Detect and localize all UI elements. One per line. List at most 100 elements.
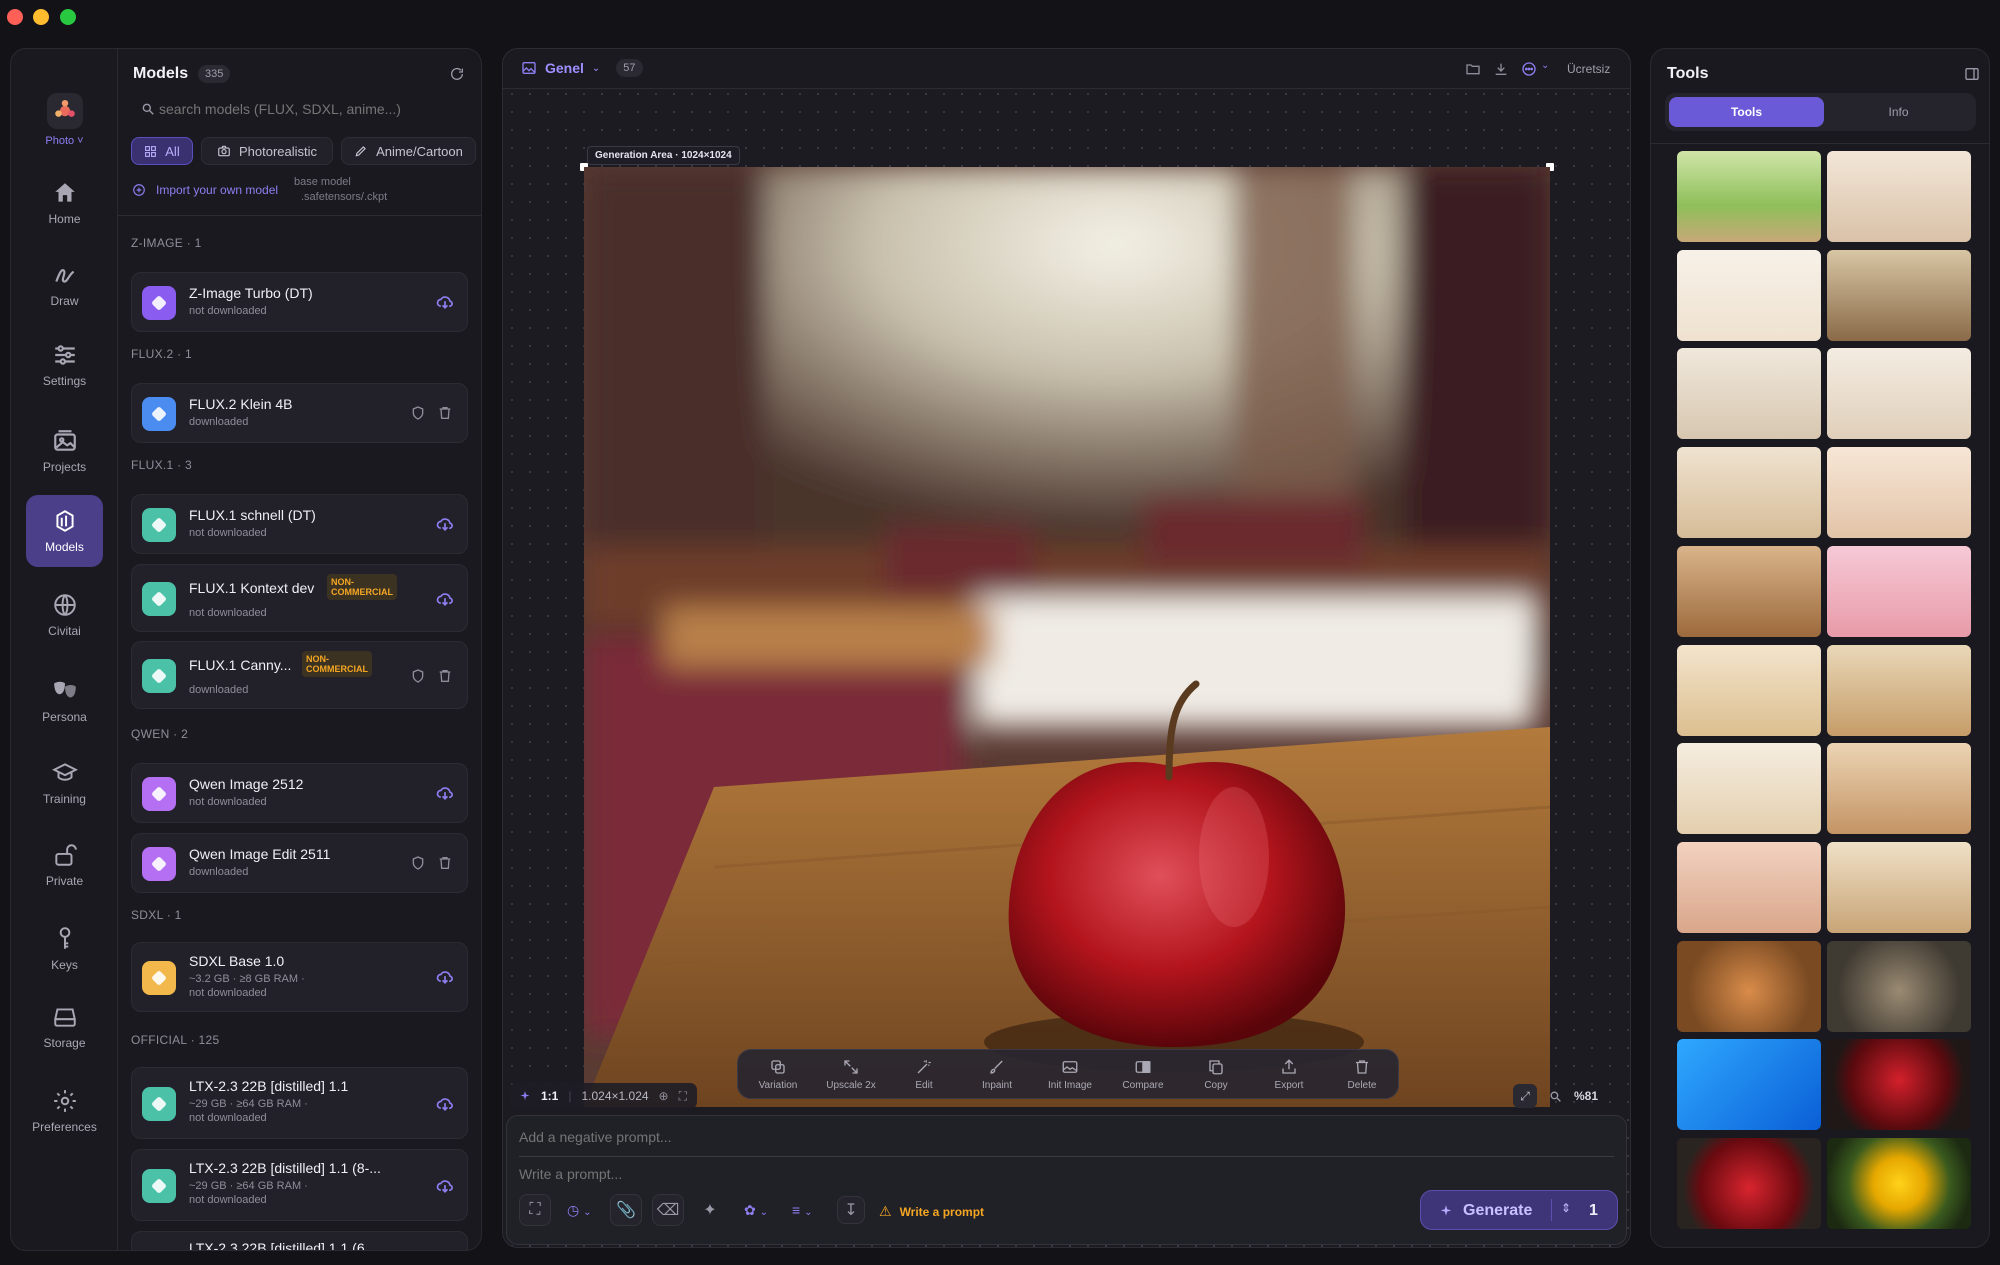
nav-projects[interactable]: Projects bbox=[26, 415, 103, 487]
download-icon[interactable] bbox=[1493, 61, 1509, 77]
history-button[interactable]: ◷ ⌄ bbox=[567, 1202, 592, 1219]
tool-delete[interactable]: Delete bbox=[1327, 1058, 1397, 1091]
template-thumbnail-red-apple[interactable] bbox=[1677, 1138, 1821, 1229]
template-thumbnail-market-stall[interactable] bbox=[1677, 644, 1821, 736]
model-card-ltx-3[interactable]: LTX-2.3 22B [distilled] 1.1 (6... bbox=[131, 1231, 468, 1250]
tool-inpaint[interactable]: Inpaint bbox=[962, 1058, 1032, 1091]
model-card-qwen-edit-2511[interactable]: Qwen Image Edit 2511 downloaded bbox=[131, 833, 468, 893]
tool-init-image[interactable]: Init Image bbox=[1035, 1058, 1105, 1091]
zoom-icon[interactable] bbox=[1549, 1090, 1562, 1103]
trash-icon[interactable] bbox=[437, 855, 453, 871]
cloud-download-icon[interactable] bbox=[435, 967, 455, 987]
cloud-download-icon[interactable] bbox=[435, 1094, 455, 1114]
save-button[interactable]: ↧ bbox=[837, 1196, 865, 1224]
refresh-icon[interactable] bbox=[449, 66, 465, 82]
search-input-wrap[interactable] bbox=[131, 93, 468, 125]
params-button[interactable]: ≡ ⌄ bbox=[792, 1202, 812, 1218]
template-thumbnail-tabby-cat[interactable] bbox=[1677, 940, 1821, 1032]
nav-civitai[interactable]: Civitai bbox=[26, 579, 103, 651]
tool-edit[interactable]: Edit bbox=[889, 1058, 959, 1091]
template-thumbnail-street-scene[interactable] bbox=[1827, 841, 1971, 933]
template-thumbnail-blue-cube[interactable] bbox=[1677, 1039, 1821, 1131]
nav-home[interactable]: Home bbox=[26, 167, 103, 239]
cloud-download-icon[interactable] bbox=[435, 1176, 455, 1196]
model-card-sdxl-base[interactable]: SDXL Base 1.0 ~3.2 GB · ≥8 GB RAM · not … bbox=[131, 942, 468, 1012]
trash-icon[interactable] bbox=[437, 405, 453, 421]
project-selector[interactable]: Genel ⌄ 57 bbox=[521, 59, 643, 77]
generated-image[interactable] bbox=[584, 167, 1550, 1107]
tab-info[interactable]: Info bbox=[1825, 97, 1972, 127]
cloud-download-icon[interactable] bbox=[435, 514, 455, 534]
cloud-download-icon[interactable] bbox=[435, 783, 455, 803]
filter-all[interactable]: All bbox=[131, 137, 193, 165]
template-thumbnail-kids-running-park[interactable] bbox=[1677, 151, 1821, 242]
template-thumbnail-couple-on-sofa[interactable] bbox=[1677, 348, 1821, 440]
prompt-input[interactable] bbox=[519, 1163, 1519, 1185]
nav-settings[interactable]: Settings bbox=[26, 329, 103, 401]
nav-keys[interactable]: Keys bbox=[26, 913, 103, 985]
trash-icon[interactable] bbox=[437, 668, 453, 684]
negative-prompt-input[interactable] bbox=[519, 1126, 1519, 1148]
sidebar-toggle-icon[interactable] bbox=[1964, 66, 1980, 82]
nav-models[interactable]: Models bbox=[26, 495, 103, 567]
more-circle-icon[interactable] bbox=[1521, 61, 1537, 77]
nav-preferences[interactable]: Preferences bbox=[26, 1075, 103, 1147]
tool-variation[interactable]: Variation bbox=[743, 1058, 813, 1091]
nav-private[interactable]: Private bbox=[26, 829, 103, 901]
template-thumbnail-girl-luggage-reception[interactable] bbox=[1827, 348, 1971, 440]
folder-icon[interactable] bbox=[1465, 61, 1481, 77]
template-thumbnail-cat-window[interactable] bbox=[1827, 940, 1971, 1032]
template-thumbnail-shoppers-street[interactable] bbox=[1677, 447, 1821, 539]
eraser-button[interactable]: ⌫ bbox=[652, 1194, 684, 1226]
shield-icon[interactable] bbox=[410, 668, 426, 684]
aspect-ratio[interactable]: 1:1 bbox=[541, 1089, 558, 1103]
frame-button[interactable]: ⛶ bbox=[519, 1194, 551, 1226]
import-model-link[interactable]: Import your own model bbox=[156, 183, 278, 197]
fullscreen-icon[interactable]: ⛶ bbox=[679, 1089, 687, 1104]
model-card-flux1-canny[interactable]: FLUX.1 Canny... NON- COMMERCIAL downloade… bbox=[131, 641, 468, 709]
style-button[interactable]: ✿ ⌄ bbox=[744, 1202, 768, 1219]
model-card-flux2-klein[interactable]: FLUX.2 Klein 4B downloaded bbox=[131, 383, 468, 443]
chevron-down-icon[interactable]: ⌄ bbox=[1541, 60, 1549, 71]
cloud-download-icon[interactable] bbox=[435, 589, 455, 609]
zoom-level[interactable]: %81 bbox=[1574, 1089, 1598, 1103]
zoom-window-button[interactable] bbox=[60, 9, 76, 25]
template-thumbnail-anatomy-diagram[interactable] bbox=[1677, 249, 1821, 341]
model-card-zimage[interactable]: Z-Image Turbo (DT) not downloaded bbox=[131, 272, 468, 332]
minimize-window-button[interactable] bbox=[33, 9, 49, 25]
template-thumbnail-doctor-child-exam[interactable] bbox=[1827, 151, 1971, 242]
filter-photorealistic[interactable]: Photorealistic bbox=[201, 137, 333, 165]
template-thumbnail-clothing-boutique[interactable] bbox=[1827, 545, 1971, 637]
nav-draw[interactable]: Draw bbox=[26, 249, 103, 321]
template-thumbnail-boy-bookshop[interactable] bbox=[1677, 545, 1821, 637]
template-thumbnail-two-boys-alley[interactable] bbox=[1827, 249, 1971, 341]
collapse-icon[interactable]: ⤢ bbox=[1513, 1084, 1537, 1108]
template-thumbnail-welcome-group-table[interactable] bbox=[1677, 841, 1821, 933]
model-card-flux1-kontext[interactable]: FLUX.1 Kontext dev NON- COMMERCIAL not do… bbox=[131, 564, 468, 632]
template-thumbnail-whiteboard-classroom[interactable] bbox=[1677, 743, 1821, 835]
plan-label[interactable]: Ücretsiz bbox=[1567, 62, 1610, 76]
nav-training[interactable]: Training bbox=[26, 747, 103, 819]
template-thumbnail-boy-kitchen[interactable] bbox=[1827, 743, 1971, 835]
tab-tools[interactable]: Tools bbox=[1669, 97, 1824, 127]
search-input[interactable] bbox=[159, 98, 459, 120]
cloud-download-icon[interactable] bbox=[435, 292, 455, 312]
model-card-ltx-2[interactable]: LTX-2.3 22B [distilled] 1.1 (8-... ~29 G… bbox=[131, 1149, 468, 1221]
target-icon[interactable]: ⊕ bbox=[659, 1089, 669, 1103]
model-card-flux1-schnell[interactable]: FLUX.1 schnell (DT) not downloaded bbox=[131, 494, 468, 554]
nav-persona[interactable]: Persona bbox=[26, 665, 103, 737]
generate-button[interactable]: Generate ⇕ 1 bbox=[1420, 1190, 1618, 1230]
wand-button[interactable]: ✦ bbox=[694, 1194, 726, 1226]
template-thumbnail-yellow-flower[interactable] bbox=[1827, 1138, 1971, 1229]
tool-export[interactable]: Export bbox=[1254, 1058, 1324, 1091]
tool-compare[interactable]: Compare bbox=[1108, 1058, 1178, 1091]
batch-stepper-icon[interactable]: ⇕ bbox=[1561, 1201, 1571, 1215]
shield-icon[interactable] bbox=[410, 405, 426, 421]
template-thumbnail-town-square[interactable] bbox=[1827, 644, 1971, 736]
template-thumbnail-red-apple-dark[interactable] bbox=[1827, 1039, 1971, 1131]
model-card-ltx-1[interactable]: LTX-2.3 22B [distilled] 1.1 ~29 GB · ≥64… bbox=[131, 1067, 468, 1139]
nav-storage[interactable]: Storage bbox=[26, 991, 103, 1063]
nav-photo[interactable]: Photo ˅ bbox=[26, 89, 103, 151]
attach-button[interactable]: 📎 bbox=[610, 1194, 642, 1226]
shield-icon[interactable] bbox=[410, 855, 426, 871]
